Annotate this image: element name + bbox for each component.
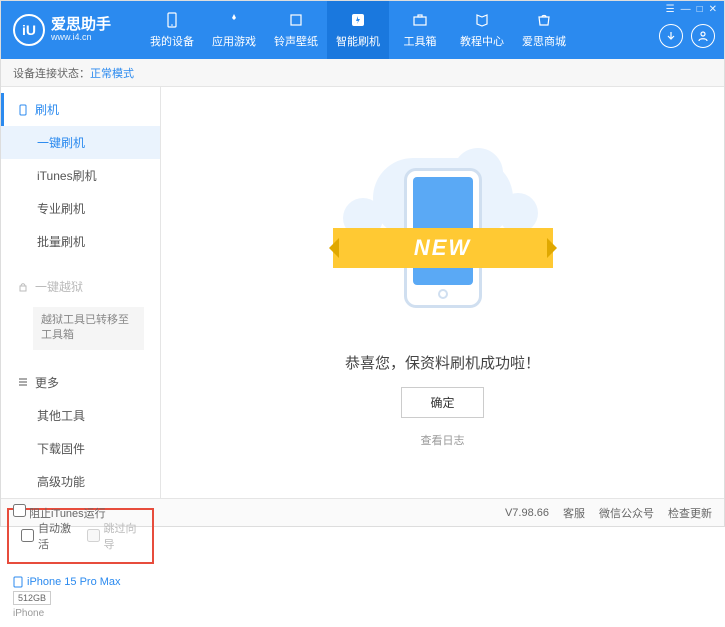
app-url: www.i4.cn — [51, 33, 111, 43]
success-message: 恭喜您，保资料刷机成功啦！ — [345, 352, 540, 373]
nav-store[interactable]: 爱思商城 — [513, 1, 575, 59]
menu-icon[interactable]: ☰ — [666, 4, 675, 15]
footer-support[interactable]: 客服 — [563, 505, 585, 521]
sidebar-item-oneclick[interactable]: 一键刷机 — [1, 126, 160, 159]
skip-guide-input — [87, 529, 100, 542]
nav-label: 爱思商城 — [522, 33, 566, 49]
sidebar-item-firmware[interactable]: 下载固件 — [1, 432, 160, 465]
checkbox-skip-guide[interactable]: 跳过向导 — [87, 520, 141, 552]
main-content: NEW 恭喜您，保资料刷机成功啦！ 确定 查看日志 — [161, 87, 724, 498]
store-icon — [535, 11, 553, 29]
view-log-link[interactable]: 查看日志 — [421, 432, 465, 448]
device-name[interactable]: iPhone 15 Pro Max — [13, 576, 148, 588]
phone-icon — [163, 11, 181, 29]
nav-label: 教程中心 — [460, 33, 504, 49]
app-header: iU 爱思助手 www.i4.cn 我的设备 应用游戏 铃声壁纸 智能刷机 工具… — [1, 1, 724, 59]
success-illustration: NEW — [313, 138, 573, 338]
nav-label: 智能刷机 — [336, 33, 380, 49]
phone-small-icon — [13, 576, 23, 588]
sidebar-heading-label: 更多 — [35, 374, 59, 391]
device-info: iPhone 15 Pro Max 512GB iPhone — [1, 568, 160, 627]
status-label: 设备连接状态： — [13, 65, 90, 81]
footer-update[interactable]: 检查更新 — [668, 505, 712, 521]
ok-button[interactable]: 确定 — [401, 387, 483, 418]
sidebar-item-batch[interactable]: 批量刷机 — [1, 225, 160, 258]
nav-label: 铃声壁纸 — [274, 33, 318, 49]
apps-icon — [225, 11, 243, 29]
new-ribbon: NEW — [333, 228, 553, 268]
logo: iU 爱思助手 www.i4.cn — [1, 14, 141, 46]
sidebar-heading-label: 一键越狱 — [35, 278, 83, 295]
sidebar-heading-jailbreak: 一键越狱 — [1, 270, 160, 303]
toolbox-icon — [411, 11, 429, 29]
top-nav: 我的设备 应用游戏 铃声壁纸 智能刷机 工具箱 教程中心 爱思商城 — [141, 1, 575, 59]
logo-icon: iU — [13, 14, 45, 46]
nav-label: 应用游戏 — [212, 33, 256, 49]
block-itunes-checkbox[interactable]: 阻止iTunes运行 — [13, 504, 106, 521]
sidebar-heading-label: 刷机 — [35, 101, 59, 118]
download-button[interactable] — [659, 24, 683, 48]
sidebar-heading-flash[interactable]: 刷机 — [1, 93, 160, 126]
block-itunes-input[interactable] — [13, 504, 26, 517]
nav-ringtones[interactable]: 铃声壁纸 — [265, 1, 327, 59]
sidebar-item-pro[interactable]: 专业刷机 — [1, 192, 160, 225]
device-type: iPhone — [13, 608, 148, 619]
close-icon[interactable]: ✕ — [709, 4, 717, 15]
user-button[interactable] — [691, 24, 715, 48]
lock-icon — [17, 281, 29, 293]
minimize-icon[interactable]: — — [681, 4, 691, 15]
header-actions — [659, 24, 715, 48]
maximize-icon[interactable]: □ — [697, 4, 703, 15]
sidebar-item-othertools[interactable]: 其他工具 — [1, 399, 160, 432]
nav-toolbox[interactable]: 工具箱 — [389, 1, 451, 59]
nav-my-device[interactable]: 我的设备 — [141, 1, 203, 59]
nav-tutorials[interactable]: 教程中心 — [451, 1, 513, 59]
status-value: 正常模式 — [90, 65, 134, 81]
list-icon — [17, 376, 29, 388]
status-bar: 设备连接状态： 正常模式 — [1, 59, 724, 87]
window-controls: ☰ — □ ✕ — [666, 4, 717, 15]
footer-wechat[interactable]: 微信公众号 — [599, 505, 654, 521]
device-storage: 512GB — [13, 591, 51, 605]
version-label: V7.98.66 — [505, 507, 549, 519]
flash-icon — [349, 11, 367, 29]
checkbox-auto-activate[interactable]: 自动激活 — [21, 520, 75, 552]
nav-smart-flash[interactable]: 智能刷机 — [327, 1, 389, 59]
wallpaper-icon — [287, 11, 305, 29]
nav-label: 工具箱 — [404, 33, 437, 49]
book-icon — [473, 11, 491, 29]
sidebar-item-itunes[interactable]: iTunes刷机 — [1, 159, 160, 192]
nav-apps[interactable]: 应用游戏 — [203, 1, 265, 59]
sidebar-heading-more[interactable]: 更多 — [1, 366, 160, 399]
jailbreak-note: 越狱工具已转移至工具箱 — [33, 307, 144, 350]
sidebar: 刷机 一键刷机 iTunes刷机 专业刷机 批量刷机 一键越狱 越狱工具已转移至… — [1, 87, 161, 498]
auto-activate-input[interactable] — [21, 529, 34, 542]
app-title: 爱思助手 — [51, 17, 111, 34]
nav-label: 我的设备 — [150, 33, 194, 49]
device-icon — [17, 104, 29, 116]
sidebar-item-advanced[interactable]: 高级功能 — [1, 465, 160, 498]
